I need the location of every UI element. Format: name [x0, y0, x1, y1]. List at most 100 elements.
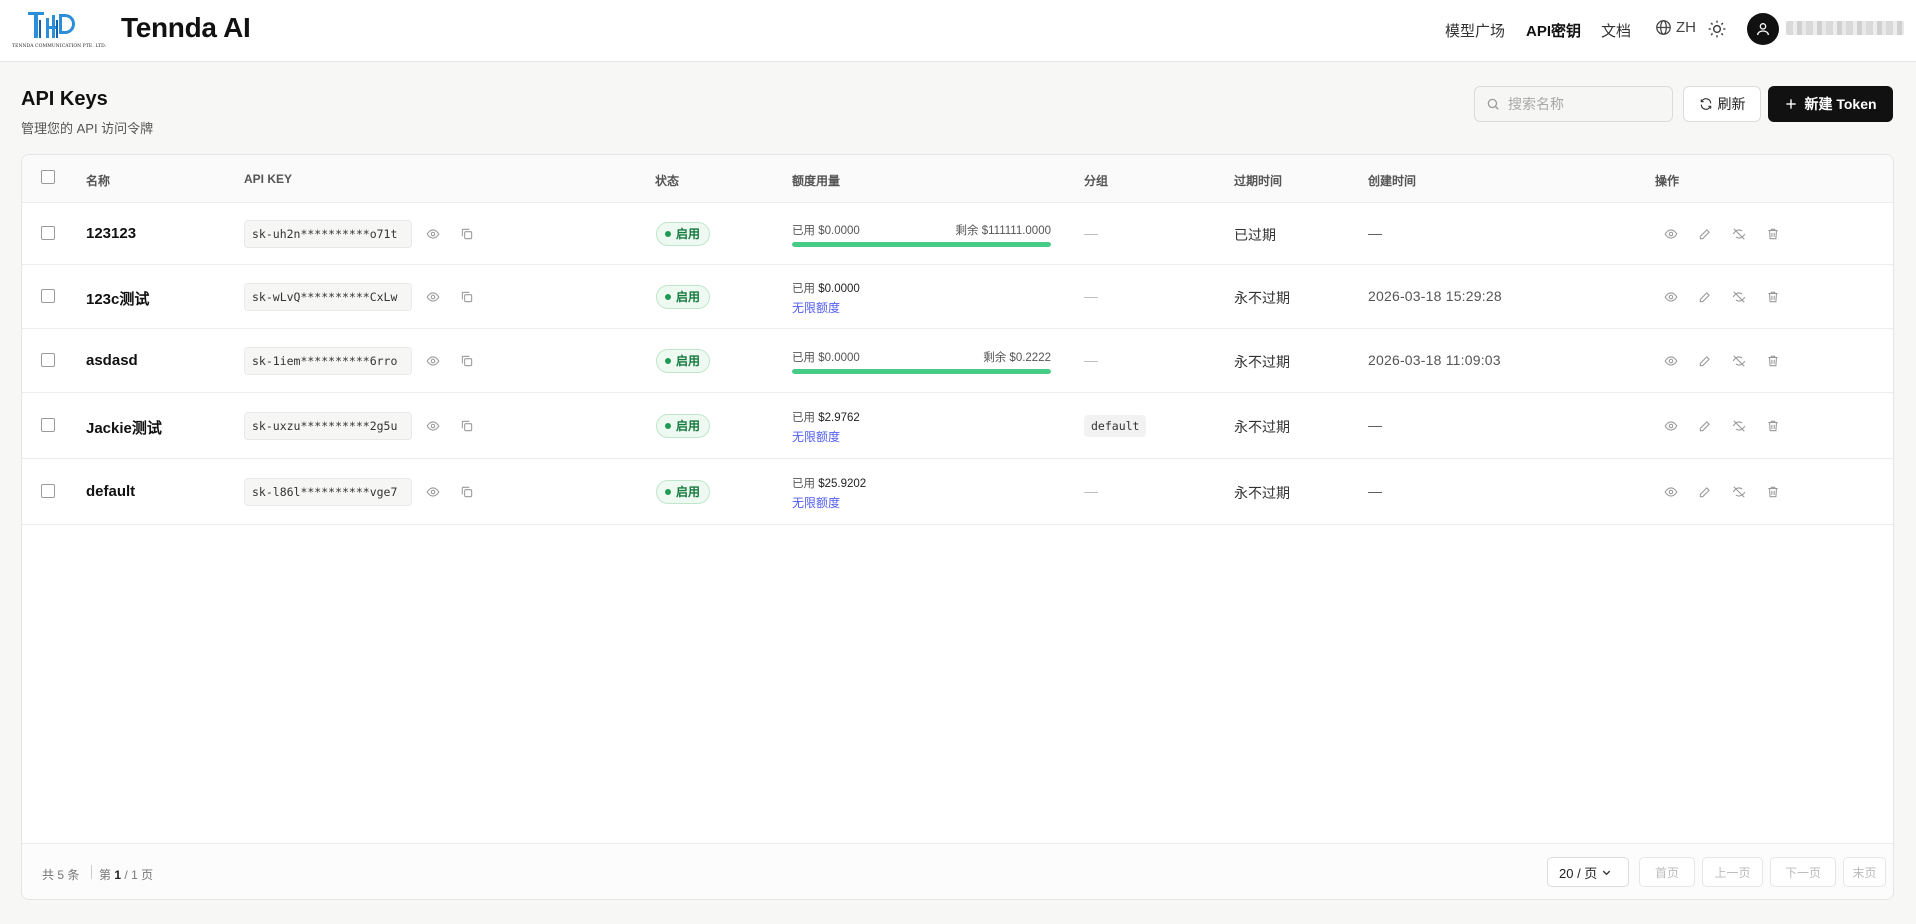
copy-key-icon[interactable] — [460, 290, 474, 304]
disable-icon[interactable] — [1732, 485, 1746, 499]
group-empty: — — [1084, 288, 1098, 304]
api-key-masked: sk-l86l**********vge7 — [244, 478, 412, 506]
group-empty: — — [1084, 225, 1098, 241]
expiry-text: 永不过期 — [1234, 354, 1290, 370]
created-time: 2026-03-18 15:29:28 — [1368, 288, 1502, 304]
created-time: — — [1368, 225, 1383, 241]
column-header-actions: 操作 — [1655, 174, 1680, 188]
quota-remaining: 剩余 $111111.0000 — [955, 225, 1051, 237]
status-badge: 启用 — [656, 349, 711, 373]
disable-icon[interactable] — [1732, 227, 1746, 241]
nav-model-plaza[interactable]: 模型广场 — [1445, 20, 1505, 41]
edit-icon[interactable] — [1698, 354, 1712, 368]
column-header-created[interactable]: 创建时间 — [1368, 172, 1416, 189]
table-row[interactable]: default sk-l86l**********vge7 启用 已用 $25.920… — [22, 459, 1893, 525]
column-header-status[interactable]: 状态 — [655, 172, 679, 189]
unlimited-quota-label: 无限额度 — [792, 496, 841, 510]
delete-icon[interactable] — [1766, 227, 1780, 241]
globe-icon — [1656, 20, 1671, 35]
view-icon[interactable] — [1664, 354, 1678, 368]
username-blurred[interactable] — [1786, 21, 1904, 35]
new-token-label: 新建 Token — [1804, 96, 1877, 112]
edit-icon[interactable] — [1698, 290, 1712, 304]
quota-progress-fill — [792, 242, 1051, 247]
expiry-text: 已过期 — [1234, 227, 1276, 243]
prev-page-button[interactable]: 上一页 — [1702, 857, 1763, 887]
column-header-expiry[interactable]: 过期时间 — [1234, 172, 1282, 189]
total-count: 共 5 条 — [42, 868, 80, 882]
search-icon — [1487, 98, 1499, 110]
copy-key-icon[interactable] — [460, 354, 474, 368]
delete-icon[interactable] — [1766, 485, 1780, 499]
theme-toggle[interactable] — [1707, 19, 1727, 39]
row-checkbox[interactable] — [41, 289, 55, 303]
view-icon[interactable] — [1664, 227, 1678, 241]
show-key-icon[interactable] — [426, 485, 440, 499]
next-page-button[interactable]: 下一页 — [1770, 857, 1836, 887]
chevron-down-icon — [1603, 870, 1611, 875]
last-page-button[interactable]: 末页 — [1843, 857, 1886, 887]
select-all-checkbox[interactable] — [41, 170, 55, 184]
user-avatar[interactable] — [1747, 13, 1779, 45]
edit-icon[interactable] — [1698, 419, 1712, 433]
table-row[interactable]: 123123 sk-uh2n**********o71t 启用 已用 $0.0000 剩… — [22, 203, 1893, 265]
column-header-name[interactable]: 名称 — [86, 172, 110, 189]
copy-key-icon[interactable] — [460, 419, 474, 433]
show-key-icon[interactable] — [426, 354, 440, 368]
edit-icon[interactable] — [1698, 227, 1712, 241]
expiry-text: 永不过期 — [1234, 485, 1290, 501]
api-key-masked: sk-wLvQ**********CxLw — [244, 283, 412, 311]
brand-name[interactable]: Tennda AI — [121, 12, 251, 44]
page-size-select[interactable]: 20 / 页 — [1547, 857, 1629, 887]
copy-key-icon[interactable] — [460, 227, 474, 241]
delete-icon[interactable] — [1766, 419, 1780, 433]
disable-icon[interactable] — [1732, 290, 1746, 304]
unlimited-quota-label: 无限额度 — [792, 430, 841, 444]
column-header-quota[interactable]: 额度用量 — [792, 172, 840, 189]
plus-icon — [1786, 99, 1797, 109]
view-icon[interactable] — [1664, 290, 1678, 304]
page-indicator: 第 1 / 1 页 — [99, 868, 154, 882]
view-icon[interactable] — [1664, 419, 1678, 433]
tokens-table: 名称 API KEY 状态 额度用量 分组 过期时间 创建时间 操作 12312… — [21, 154, 1894, 900]
status-badge: 启用 — [656, 480, 711, 504]
row-checkbox[interactable] — [41, 353, 55, 367]
table-row[interactable]: Jackie测试 sk-uxzu**********2g5u 启用 已用 $2.976… — [22, 393, 1893, 459]
delete-icon[interactable] — [1766, 290, 1780, 304]
group-empty: — — [1084, 352, 1098, 368]
language-switcher[interactable]: ZH — [1655, 19, 1696, 36]
show-key-icon[interactable] — [426, 419, 440, 433]
column-header-group[interactable]: 分组 — [1084, 172, 1108, 189]
search-box[interactable] — [1474, 86, 1673, 122]
company-logo[interactable]: TENNDA COMMUNICATION PTE. LTD. — [12, 6, 112, 52]
new-token-button[interactable]: 新建 Token — [1768, 86, 1893, 122]
disable-icon[interactable] — [1732, 419, 1746, 433]
disable-icon[interactable] — [1732, 354, 1746, 368]
status-dot — [665, 358, 671, 364]
delete-icon[interactable] — [1766, 354, 1780, 368]
nav-api-keys[interactable]: API密钥 — [1526, 20, 1581, 41]
api-key-masked: sk-uh2n**********o71t — [244, 220, 412, 248]
edit-icon[interactable] — [1698, 485, 1712, 499]
quota-progress-bar — [792, 369, 1051, 374]
search-input[interactable] — [1508, 96, 1658, 112]
row-checkbox[interactable] — [41, 226, 55, 240]
show-key-icon[interactable] — [426, 227, 440, 241]
row-checkbox[interactable] — [41, 418, 55, 432]
first-page-button[interactable]: 首页 — [1639, 857, 1695, 887]
nav-docs[interactable]: 文档 — [1601, 20, 1631, 41]
copy-key-icon[interactable] — [460, 485, 474, 499]
status-label: 启用 — [676, 290, 701, 304]
column-header-api-key[interactable]: API KEY — [244, 172, 292, 186]
token-name: 123123 — [86, 225, 137, 242]
row-checkbox[interactable] — [41, 484, 55, 498]
quota-progress-fill — [792, 369, 1051, 374]
show-key-icon[interactable] — [426, 290, 440, 304]
table-row[interactable]: asdasd sk-1iem**********6rro 启用 已用 $0.0000 剩… — [22, 329, 1893, 393]
status-dot — [665, 294, 671, 300]
refresh-button[interactable]: 刷新 — [1683, 86, 1761, 122]
view-icon[interactable] — [1664, 485, 1678, 499]
api-key-masked: sk-1iem**********6rro — [244, 347, 412, 375]
status-label: 启用 — [676, 419, 701, 433]
table-row[interactable]: 123c测试 sk-wLvQ**********CxLw 启用 已用 $0.0000 无… — [22, 265, 1893, 329]
